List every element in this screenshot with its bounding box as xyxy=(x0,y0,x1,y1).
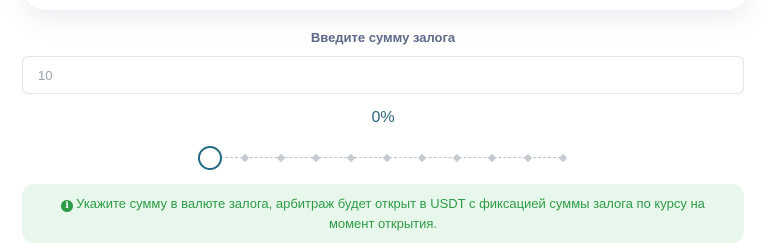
slider-step-marker[interactable] xyxy=(488,153,497,163)
slider-step-marker[interactable] xyxy=(523,153,532,163)
collateral-form: Введите сумму залога 0% iУкажите сумму в… xyxy=(0,0,772,251)
slider-step-marker[interactable] xyxy=(346,153,356,163)
info-notice: i Укажите сумму в валюте залога, арбитраж… xyxy=(22,184,744,243)
slider-step-marker[interactable] xyxy=(558,153,568,163)
percent-slider[interactable] xyxy=(198,146,568,170)
previous-card-edge xyxy=(22,0,750,10)
slider-step-marker[interactable] xyxy=(452,153,462,163)
slider-step-marker[interactable] xyxy=(276,153,285,163)
collateral-amount-input[interactable] xyxy=(22,56,744,94)
slider-step-marker[interactable] xyxy=(382,153,391,163)
info-notice-text: Укажите сумму в валюте залога, арбитраж … xyxy=(76,196,705,231)
slider-handle[interactable] xyxy=(198,146,222,170)
info-circle-icon: i xyxy=(61,200,74,212)
slider-percent-value: 0% xyxy=(371,109,395,126)
slider-step-marker[interactable] xyxy=(417,153,427,163)
slider-step-marker[interactable] xyxy=(311,153,321,163)
slider-step-marker[interactable] xyxy=(241,153,250,163)
collateral-amount-label: Введите сумму залога xyxy=(310,30,456,45)
